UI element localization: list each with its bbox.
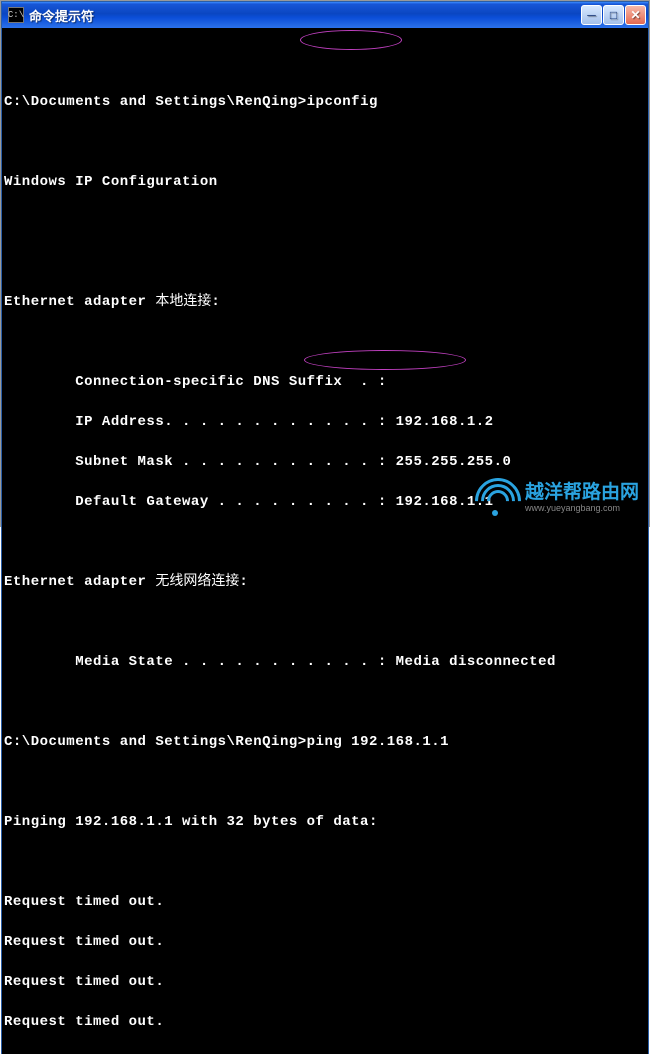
window-controls: ─ □ ✕ xyxy=(581,5,646,25)
output-line: Media State . . . . . . . . . . . : Medi… xyxy=(4,652,646,672)
output-line: Windows IP Configuration xyxy=(4,172,646,192)
watermark-text-cn: 越洋帮路由网 xyxy=(525,483,639,502)
output-line xyxy=(4,532,646,552)
output-line xyxy=(4,692,646,712)
window-title: 命令提示符 xyxy=(29,6,581,25)
wifi-icon xyxy=(473,478,517,518)
watermark-text-url: www.yueyangbang.com xyxy=(525,504,639,513)
close-button[interactable]: ✕ xyxy=(625,5,646,25)
terminal-output[interactable]: C:\Documents and Settings\RenQing>ipconf… xyxy=(2,28,648,1054)
titlebar[interactable]: C:\ 命令提示符 ─ □ ✕ xyxy=(2,2,648,28)
output-line: Request timed out. xyxy=(4,932,646,952)
output-line xyxy=(4,612,646,632)
output-line xyxy=(4,332,646,352)
output-line: Request timed out. xyxy=(4,892,646,912)
output-line xyxy=(4,212,646,232)
app-icon: C:\ xyxy=(8,7,24,23)
output-line xyxy=(4,252,646,272)
output-line: Pinging 192.168.1.1 with 32 bytes of dat… xyxy=(4,812,646,832)
output-line xyxy=(4,132,646,152)
annotation-oval-ping xyxy=(304,350,466,370)
output-line: Subnet Mask . . . . . . . . . . . : 255.… xyxy=(4,452,646,472)
output-line xyxy=(4,1052,646,1054)
annotation-oval-ipconfig xyxy=(300,30,402,50)
command-prompt-window: C:\ 命令提示符 ─ □ ✕ C:\Documents and Setting… xyxy=(1,1,649,1054)
output-line: Ethernet adapter 本地连接: xyxy=(4,292,646,312)
output-line: IP Address. . . . . . . . . . . . : 192.… xyxy=(4,412,646,432)
watermark: 越洋帮路由网 www.yueyangbang.com xyxy=(473,478,639,518)
output-line: Request timed out. xyxy=(4,1012,646,1032)
output-line: Request timed out. xyxy=(4,972,646,992)
output-line: C:\Documents and Settings\RenQing>ping 1… xyxy=(4,732,646,752)
output-line: Ethernet adapter 无线网络连接: xyxy=(4,572,646,592)
output-line xyxy=(4,772,646,792)
minimize-button[interactable]: ─ xyxy=(581,5,602,25)
output-line xyxy=(4,852,646,872)
output-line: C:\Documents and Settings\RenQing>ipconf… xyxy=(4,92,646,112)
output-line: Connection-specific DNS Suffix . : xyxy=(4,372,646,392)
maximize-button[interactable]: □ xyxy=(603,5,624,25)
